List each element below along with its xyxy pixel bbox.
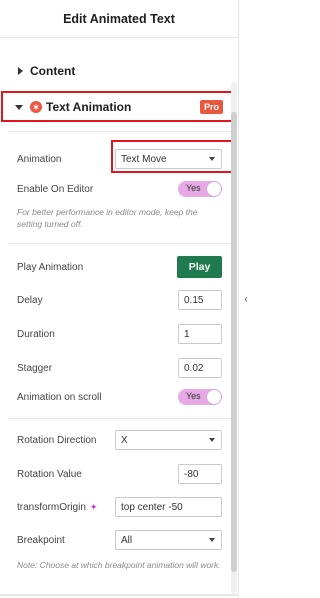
section-text-animation-label: Text Animation xyxy=(46,100,132,114)
panel-bottom-border xyxy=(0,594,239,596)
chevron-down-icon xyxy=(209,157,215,161)
pro-badge: Pro xyxy=(199,100,223,114)
caret-right-icon xyxy=(18,67,23,75)
stagger-label: Stagger xyxy=(17,363,53,374)
breakpoint-select[interactable]: All xyxy=(115,530,222,550)
chevron-down-icon xyxy=(209,438,215,442)
divider xyxy=(8,418,231,419)
rotation-value-label: Rotation Value xyxy=(17,469,82,480)
chevron-down-icon xyxy=(209,538,215,542)
animation-label: Animation xyxy=(17,154,62,165)
rotation-direction-select[interactable]: X xyxy=(115,430,222,450)
toggle-knob xyxy=(207,182,221,196)
breakpoint-value: All xyxy=(121,534,133,546)
section-text-animation[interactable]: ✶ Text Animation Pro xyxy=(0,98,239,116)
animation-on-scroll-label: Animation on scroll xyxy=(17,392,102,403)
divider xyxy=(8,131,231,132)
caret-down-icon xyxy=(15,104,23,110)
panel-title: Edit Animated Text xyxy=(0,0,238,38)
animation-on-scroll-toggle[interactable]: Yes xyxy=(178,389,222,405)
breakpoint-note: Note: Choose at which breakpoint animati… xyxy=(17,560,221,570)
transform-origin-input[interactable]: top center -50 xyxy=(115,497,222,517)
section-content-label: Content xyxy=(30,64,76,78)
collapse-panel-chevron-left-icon[interactable]: ‹ xyxy=(239,285,253,313)
rotation-value-input[interactable]: -80 xyxy=(178,464,222,484)
section-content[interactable]: Content xyxy=(0,62,239,80)
delay-input[interactable]: 0.15 xyxy=(178,290,222,310)
editor-performance-note: For better performance in editor mode, k… xyxy=(17,207,198,229)
animation-select-value: Text Move xyxy=(121,153,167,165)
animation-icon: ✶ xyxy=(30,101,42,113)
rotation-direction-label: Rotation Direction xyxy=(17,435,97,446)
rotation-direction-value: X xyxy=(121,434,128,446)
enable-on-editor-label: Enable On Editor xyxy=(17,184,94,195)
animation-select[interactable]: Text Move xyxy=(115,149,222,169)
breakpoint-label: Breakpoint xyxy=(17,535,65,546)
transform-origin-label: transformOrigin xyxy=(17,502,86,513)
toggle-knob xyxy=(207,390,221,404)
duration-input[interactable]: 1 xyxy=(178,324,222,344)
toggle-label: Yes xyxy=(186,391,201,401)
scrollbar-thumb[interactable] xyxy=(231,112,237,572)
delay-label: Delay xyxy=(17,295,43,306)
play-animation-label: Play Animation xyxy=(17,262,84,273)
stagger-input[interactable]: 0.02 xyxy=(178,358,222,378)
sparkle-icon[interactable]: ✦ xyxy=(90,502,98,513)
scrollbar[interactable] xyxy=(231,82,237,594)
duration-label: Duration xyxy=(17,329,55,340)
transform-origin-label-row: transformOrigin ✦ xyxy=(17,502,97,513)
divider xyxy=(8,243,231,244)
toggle-label: Yes xyxy=(186,183,201,193)
editor-panel: Edit Animated Text Content ✶ Text Animat… xyxy=(0,0,239,598)
play-button[interactable]: Play xyxy=(177,256,222,278)
enable-on-editor-toggle[interactable]: Yes xyxy=(178,181,222,197)
